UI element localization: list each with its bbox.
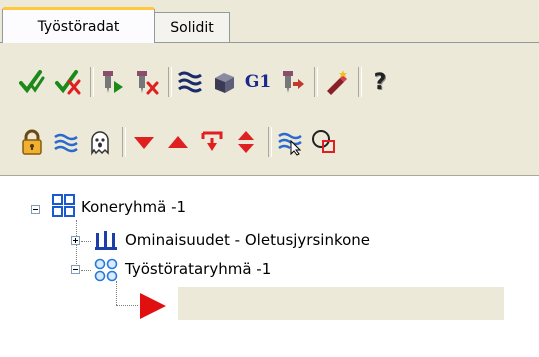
tree-node-toolpath-group[interactable]: Työstörataryhmä -1 (125, 260, 271, 278)
arrow-down-icon[interactable] (128, 126, 160, 158)
g1-code-icon[interactable]: G1 (242, 66, 274, 98)
tree-line (76, 220, 77, 270)
lock-icon[interactable] (16, 126, 48, 158)
help-icon[interactable]: ? (364, 66, 396, 98)
toolbar-area: G1 ? (0, 43, 539, 175)
stock-box-icon[interactable] (208, 66, 240, 98)
tree-line (116, 281, 117, 305)
tree-line (116, 305, 138, 306)
toolpath-group-icon (94, 258, 118, 282)
tab-toolpaths[interactable]: Työstöradat (2, 7, 155, 43)
tree-node-machine-group[interactable]: Koneryhmä -1 (81, 198, 186, 216)
expand-toggle[interactable] (71, 236, 80, 245)
insert-arrow-icon (140, 293, 166, 319)
g1-code-label: G1 (244, 72, 272, 92)
select-waves-icon[interactable] (274, 126, 306, 158)
check-clear-icon[interactable] (52, 66, 84, 98)
tool-export-icon[interactable] (276, 66, 308, 98)
tool-delete-icon[interactable] (130, 66, 162, 98)
tree-line (81, 241, 91, 242)
help-label: ? (373, 69, 387, 95)
toolpath-tree: Koneryhmä -1 Ominaisuudet - Oletusjyrsin… (0, 175, 539, 357)
toolbar-separator (268, 127, 272, 157)
collapse-toggle[interactable] (31, 205, 40, 214)
waves-icon[interactable] (50, 126, 82, 158)
arrow-up-icon[interactable] (162, 126, 194, 158)
move-to-icon[interactable] (196, 126, 228, 158)
expand-collapse-icon[interactable] (230, 126, 262, 158)
machine-properties-icon (95, 231, 117, 250)
magic-wand-icon[interactable] (320, 66, 352, 98)
ghost-icon[interactable] (84, 126, 116, 158)
tool-play-icon[interactable] (96, 66, 128, 98)
machine-group-icon (52, 194, 75, 217)
tree-line (81, 270, 91, 271)
tab-solids[interactable]: Solidit (154, 12, 230, 42)
circle-square-icon[interactable] (308, 126, 340, 158)
check-all-icon[interactable] (16, 66, 48, 98)
wave-pattern-icon[interactable] (174, 66, 206, 98)
insert-position-field[interactable] (178, 287, 504, 320)
collapse-toggle[interactable] (71, 265, 80, 274)
toolbar-separator (122, 127, 126, 157)
toolbar-separator (314, 67, 318, 97)
toolbar-separator (168, 67, 172, 97)
tree-node-properties[interactable]: Ominaisuudet - Oletusjyrsinkone (125, 231, 370, 249)
toolbar-separator (90, 67, 94, 97)
toolbar-separator (358, 67, 362, 97)
tab-bar: Työstöradat Solidit (0, 0, 539, 44)
